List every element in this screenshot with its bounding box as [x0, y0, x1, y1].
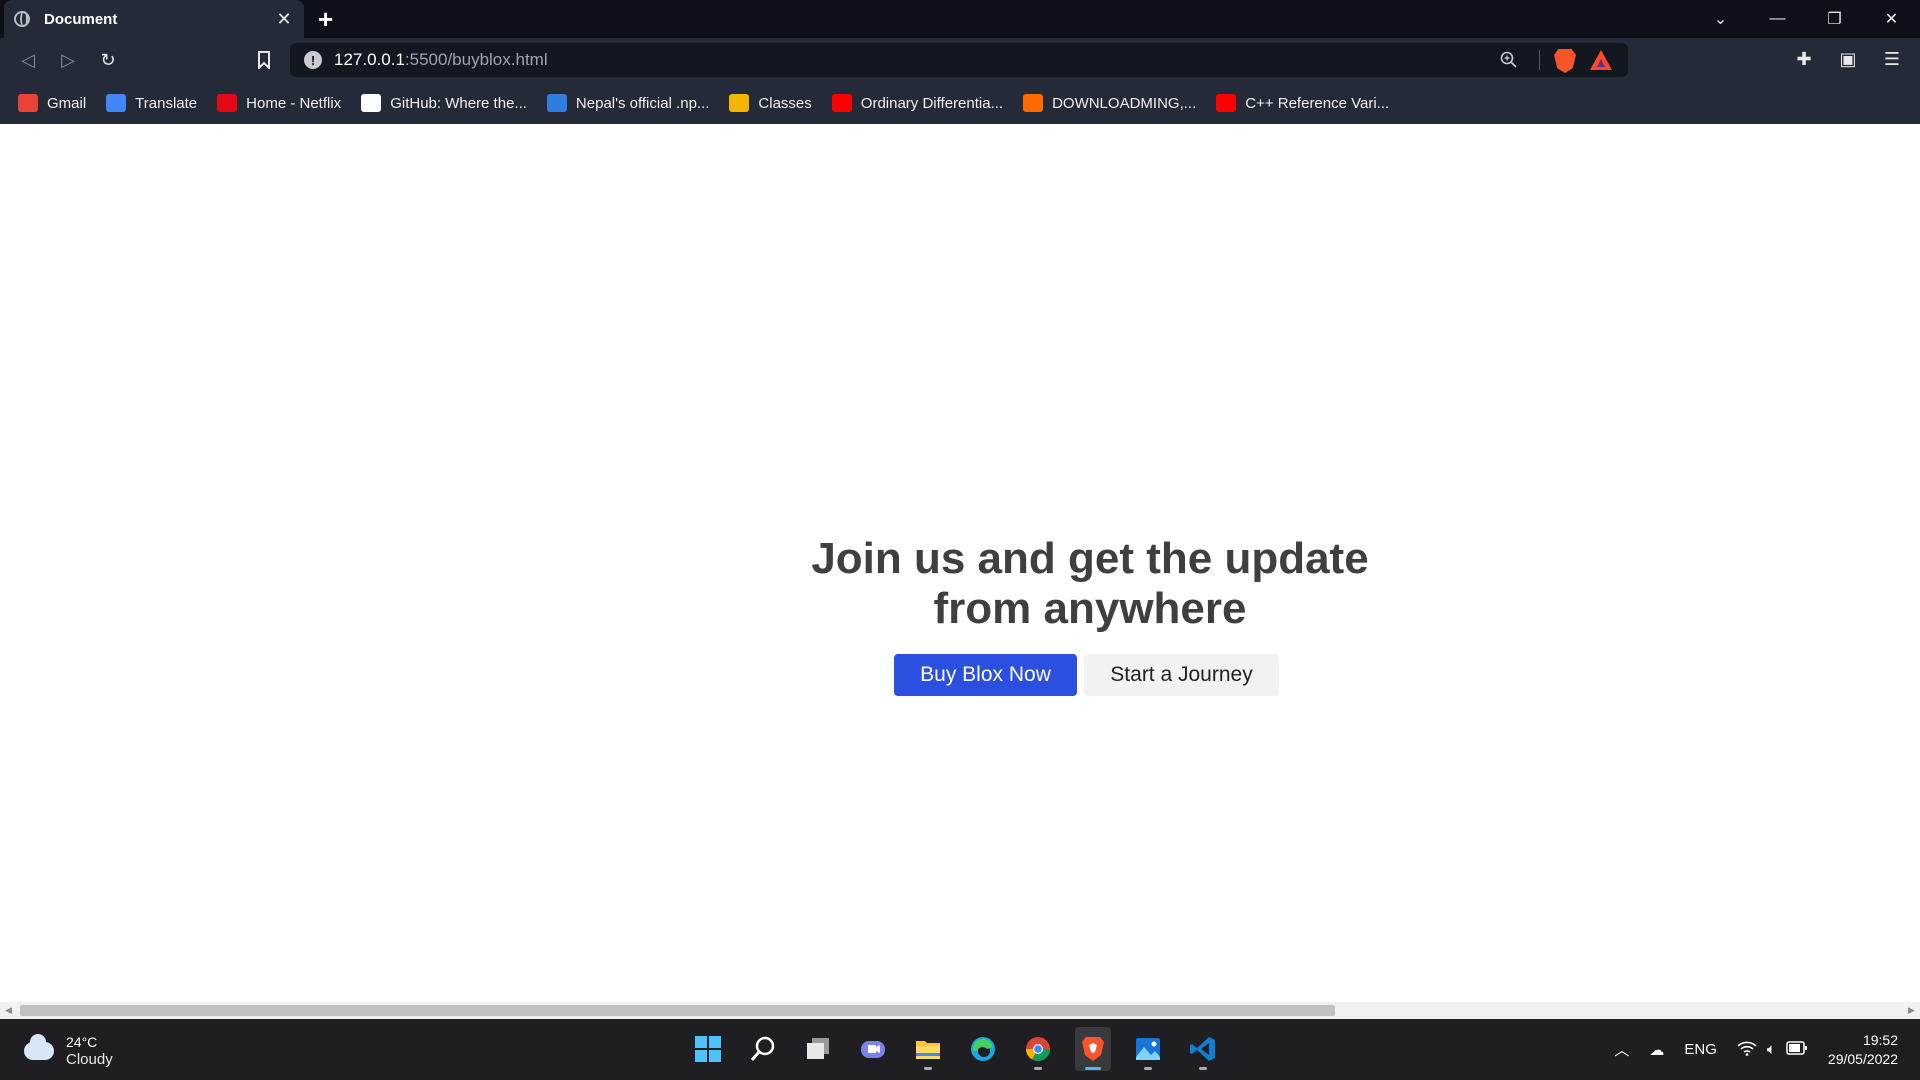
restore-icon[interactable]: ❐ — [1806, 0, 1863, 38]
bookmark-label: C++ Reference Vari... — [1245, 94, 1390, 112]
start-journey-button[interactable]: Start a Journey — [1084, 654, 1279, 696]
scroll-left-icon[interactable]: ◀ — [0, 1002, 17, 1019]
back-icon[interactable]: ◁ — [14, 46, 42, 74]
bookmark-item[interactable]: Translate — [106, 94, 197, 112]
forward-icon[interactable]: ▷ — [54, 46, 82, 74]
system-tray: ︿ ☁ ENG 🔈︎ 19:52 29/05/2022 — [1614, 1019, 1920, 1080]
clock[interactable]: 19:52 29/05/2022 — [1828, 1031, 1898, 1069]
running-indicator — [1034, 1067, 1042, 1070]
gmail-icon — [18, 94, 38, 112]
edge-icon[interactable] — [965, 1027, 1001, 1071]
language-indicator[interactable]: ENG — [1684, 1041, 1717, 1058]
close-window-icon[interactable]: ✕ — [1863, 0, 1920, 38]
globe-icon — [14, 11, 30, 27]
photos-icon[interactable] — [1130, 1027, 1166, 1071]
battery-icon[interactable] — [1786, 1040, 1808, 1059]
weather-widget[interactable]: 24°C Cloudy — [24, 1033, 113, 1069]
page-content: Join us and get the update from anywhere… — [0, 124, 1920, 1002]
bookmark-item[interactable]: Home - Netflix — [217, 94, 341, 112]
address-bar[interactable]: ! 127.0.0.1:5500/buyblox.html — [290, 43, 1628, 77]
bookmark-item[interactable]: Gmail — [18, 94, 86, 112]
bookmark-icon[interactable] — [250, 46, 278, 74]
weather-temp: 24°C — [66, 1034, 98, 1050]
scrollbar-thumb[interactable] — [20, 1005, 1335, 1016]
clock-time: 19:52 — [1862, 1031, 1898, 1048]
close-tab-icon[interactable]: ✕ — [274, 9, 294, 30]
toolbar-right: ✚ ▣ ☰ — [1792, 47, 1904, 71]
taskbar-apps — [690, 1027, 1221, 1071]
bookmark-label: Ordinary Differentia... — [860, 94, 1004, 112]
youtube-icon — [831, 94, 852, 112]
running-indicator — [924, 1067, 932, 1070]
buy-blox-button[interactable]: Buy Blox Now — [894, 654, 1077, 696]
vscode-icon[interactable] — [1185, 1027, 1221, 1071]
task-view-icon[interactable] — [800, 1027, 836, 1071]
np-icon — [546, 94, 567, 112]
youtube-icon — [1216, 94, 1237, 112]
running-indicator — [1085, 1067, 1101, 1070]
horizontal-scrollbar[interactable]: ◀ ▶ — [0, 1002, 1920, 1019]
url-text[interactable]: 127.0.0.1:5500/buyblox.html — [334, 50, 548, 70]
netflix-icon — [217, 94, 238, 112]
running-indicator — [1144, 1067, 1152, 1070]
minimize-icon[interactable]: — — [1749, 0, 1806, 38]
brave-rewards-icon[interactable] — [1590, 50, 1612, 70]
tab-strip: Document ✕ + ⌄ — ❐ ✕ — [0, 0, 1920, 38]
extensions-icon[interactable]: ✚ — [1792, 47, 1816, 71]
bookmark-item[interactable]: Classes — [729, 94, 812, 112]
bookmark-label: GitHub: Where the... — [390, 94, 527, 112]
bookmark-item[interactable]: Nepal's official .np... — [546, 94, 710, 112]
weather-condition: Cloudy — [66, 1051, 113, 1068]
taskbar: 24°C Cloudy ︿ ☁ ENG 🔈︎ 19:52 29/05/2022 — [0, 1019, 1920, 1080]
browser-toolbar: ◁ ▷ ↻ ! 127.0.0.1:5500/buyblox.html ✚ ▣ … — [0, 38, 1920, 82]
bookmark-label: Gmail — [47, 94, 87, 112]
chrome-icon[interactable] — [1020, 1027, 1056, 1071]
bookmark-label: Home - Netflix — [246, 94, 342, 112]
bookmark-item[interactable]: GitHub: Where the... — [361, 94, 527, 112]
bookmark-item[interactable]: C++ Reference Vari... — [1216, 94, 1389, 112]
brave-icon[interactable] — [1075, 1027, 1111, 1071]
wifi-icon[interactable] — [1737, 1040, 1757, 1060]
window-controls: ⌄ — ❐ ✕ — [1692, 0, 1920, 38]
bookmark-label: Classes — [758, 94, 812, 112]
reload-icon[interactable]: ↻ — [94, 46, 122, 74]
github-icon — [361, 94, 382, 112]
bookmarks-bar: Gmail Translate Home - Netflix GitHub: Wher… — [0, 82, 1920, 124]
file-explorer-icon[interactable] — [910, 1027, 946, 1071]
wallet-icon[interactable]: ▣ — [1836, 47, 1860, 71]
menu-icon[interactable]: ☰ — [1880, 47, 1904, 71]
running-indicator — [1199, 1067, 1207, 1070]
teams-chat-icon[interactable] — [855, 1027, 891, 1071]
bookmark-item[interactable]: DOWNLOADMING,... — [1023, 94, 1196, 112]
bookmark-item[interactable]: Ordinary Differentia... — [831, 94, 1004, 112]
brave-shields-icon[interactable] — [1554, 49, 1576, 73]
bookmark-label: DOWNLOADMING,... — [1052, 94, 1197, 112]
volume-icon[interactable]: 🔈︎ — [1767, 1041, 1776, 1058]
tab-title: Document — [44, 10, 118, 28]
chevron-up-icon[interactable]: ︿ — [1614, 1039, 1629, 1060]
bookmark-label: Translate — [135, 94, 198, 112]
tab-document[interactable]: Document ✕ — [4, 0, 304, 38]
new-tab-icon[interactable]: + — [318, 5, 333, 33]
tab-search-icon[interactable]: ⌄ — [1692, 0, 1749, 38]
clock-date: 29/05/2022 — [1827, 1050, 1898, 1067]
zoom-icon[interactable] — [1500, 51, 1518, 69]
site-info-icon[interactable]: ! — [304, 51, 322, 69]
bookmark-label: Nepal's official .np... — [575, 94, 710, 112]
start-icon[interactable] — [690, 1027, 726, 1071]
translate-icon — [106, 94, 127, 112]
d-icon — [1023, 94, 1044, 112]
separator — [1539, 50, 1540, 70]
hero-heading: Join us and get the update from anywhere — [811, 534, 1369, 633]
onedrive-icon[interactable]: ☁ — [1649, 1041, 1664, 1059]
scroll-right-icon[interactable]: ▶ — [1903, 1002, 1920, 1019]
cloud-icon — [24, 1034, 54, 1060]
search-icon[interactable] — [745, 1027, 781, 1071]
classroom-icon — [729, 94, 750, 112]
